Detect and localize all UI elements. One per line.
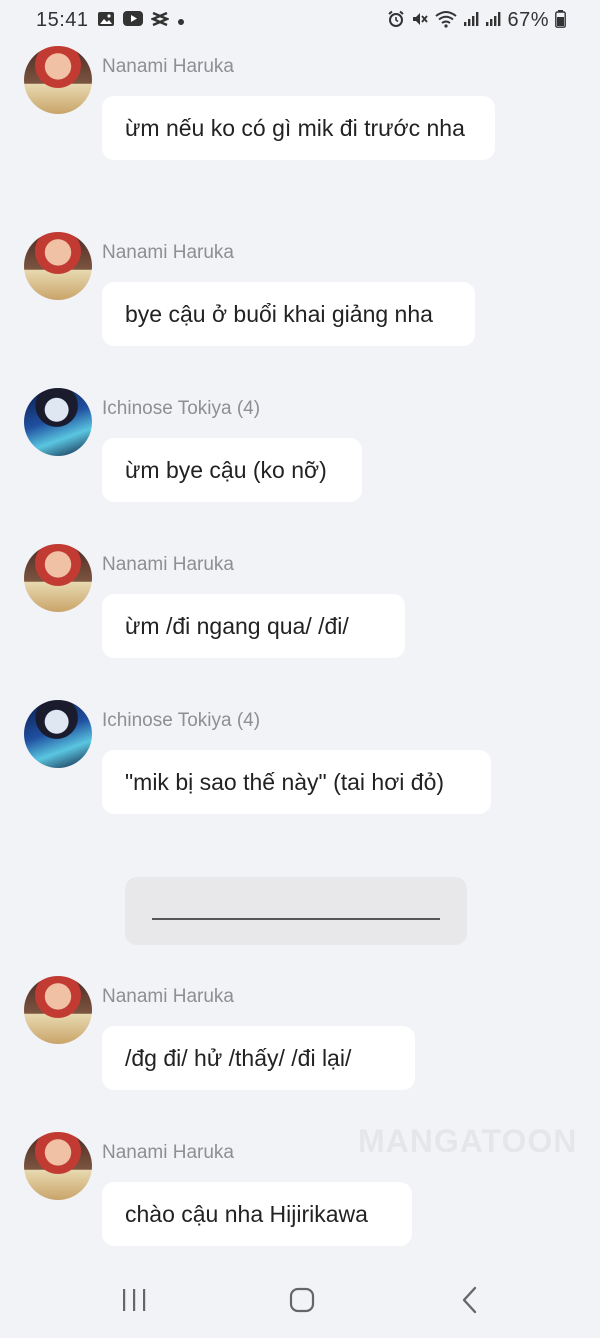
alarm-icon xyxy=(387,10,405,31)
watermark-logo: MANGATOON xyxy=(358,1123,578,1159)
message-bubble[interactable]: ừm nếu ko có gì mik đi trước nha xyxy=(102,96,495,160)
gallery-icon xyxy=(97,11,115,30)
youtube-icon xyxy=(122,11,143,29)
message-bubble[interactable]: bye cậu ở buổi khai giảng nha xyxy=(102,282,475,346)
battery-percent: 67% xyxy=(507,8,549,31)
recent-apps-icon xyxy=(123,1289,146,1311)
message-bubble[interactable]: /đg đi/ hử /thấy/ /đi lại/ xyxy=(102,1026,415,1090)
wifi-icon xyxy=(435,10,458,31)
dot-icon xyxy=(177,12,185,29)
sender-name: Nanami Haruka xyxy=(102,1142,234,1163)
avatar[interactable] xyxy=(24,46,92,114)
avatar[interactable] xyxy=(24,700,92,768)
sender-name: Nanami Haruka xyxy=(102,554,234,575)
status-right: 67% xyxy=(387,9,566,32)
sender-name: Ichinose Tokiya (4) xyxy=(102,398,261,419)
message-bubble[interactable]: "mik bị sao thế này" (tai hơi đỏ) xyxy=(102,750,491,814)
avatar[interactable] xyxy=(24,544,92,612)
avatar[interactable] xyxy=(24,1132,92,1200)
home-button[interactable] xyxy=(282,1284,322,1316)
home-icon xyxy=(289,1287,315,1313)
message-bubble[interactable]: ừm bye cậu (ko nỡ) xyxy=(102,438,362,502)
status-bar: 15:41 67% xyxy=(0,0,600,40)
sender-name: Nanami Haruka xyxy=(102,242,234,263)
message-bubble[interactable]: ừm /đi ngang qua/ /đi/ xyxy=(102,594,405,658)
sender-name: Nanami Haruka xyxy=(102,986,234,1007)
sender-name: Ichinose Tokiya (4) xyxy=(102,710,261,731)
divider-line xyxy=(152,918,440,920)
recent-apps-button[interactable] xyxy=(114,1284,154,1316)
back-button[interactable] xyxy=(450,1284,490,1316)
signal-icon xyxy=(485,11,501,30)
message-bubble[interactable]: chào cậu nha Hijirikawa xyxy=(102,1182,412,1246)
sender-name: Nanami Haruka xyxy=(102,56,234,77)
back-icon xyxy=(462,1286,477,1314)
mute-icon xyxy=(411,10,429,31)
signal-icon xyxy=(463,11,479,30)
scene-divider xyxy=(125,877,467,945)
avatar[interactable] xyxy=(24,232,92,300)
avatar[interactable] xyxy=(24,388,92,456)
capcut-icon xyxy=(149,11,170,30)
status-left: 15:41 xyxy=(36,9,185,32)
avatar[interactable] xyxy=(24,976,92,1044)
navigation-bar xyxy=(0,1262,600,1338)
battery-icon xyxy=(555,9,566,31)
status-time: 15:41 xyxy=(36,8,89,31)
